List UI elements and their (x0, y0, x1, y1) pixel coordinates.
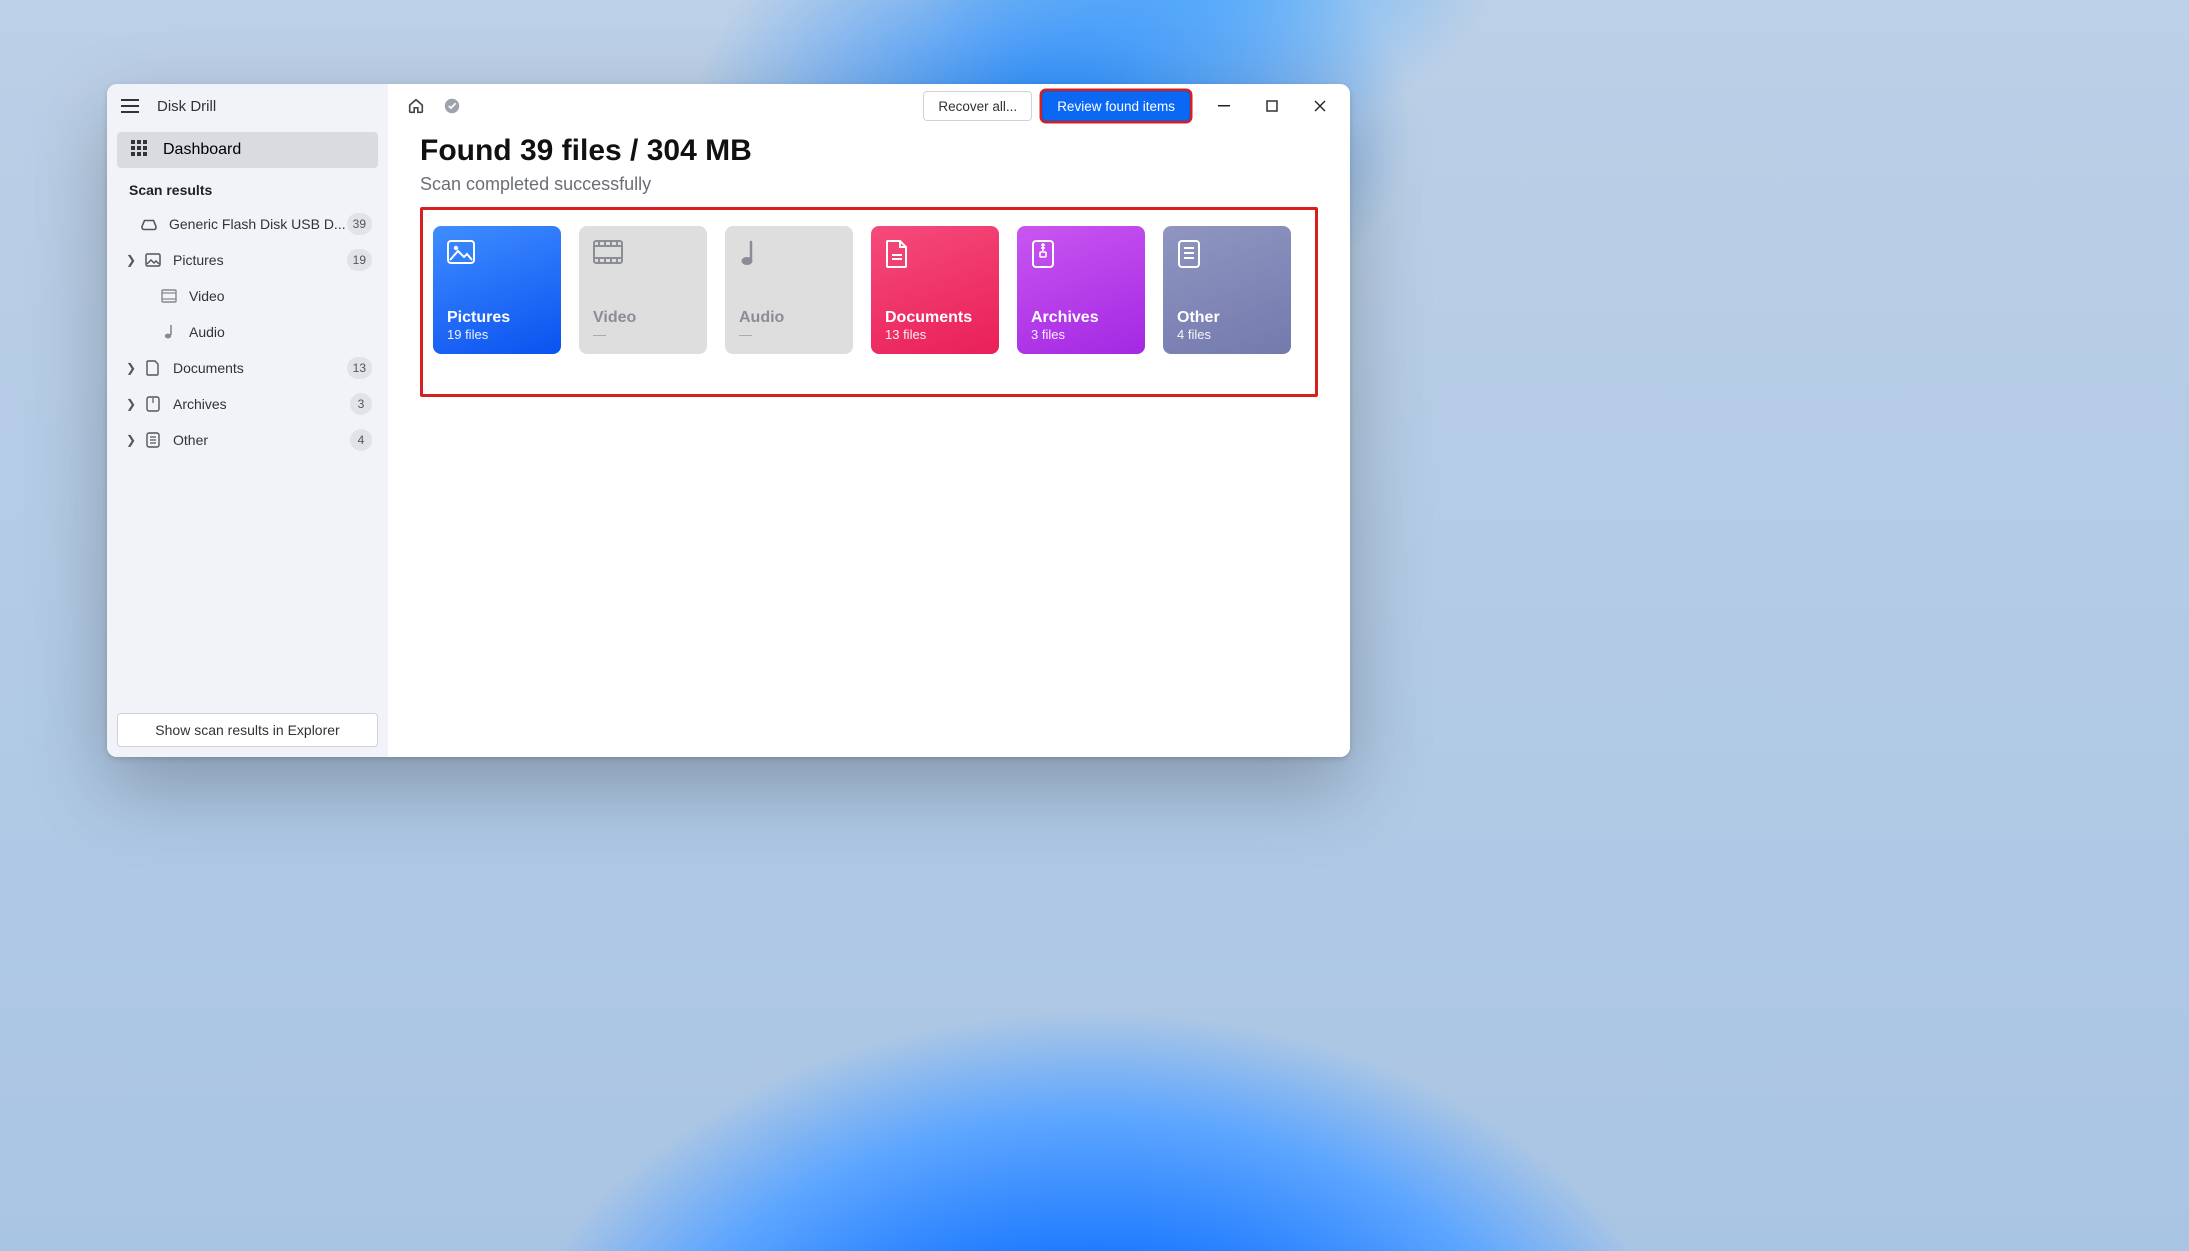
app-title: Disk Drill (157, 98, 216, 115)
titlebar: Recover all... Review found items (388, 84, 1350, 128)
cards-row: Pictures19 filesVideo—Audio—Documents13 … (433, 226, 1305, 354)
tree-item-pictures[interactable]: ❯ Pictures19 (117, 242, 378, 278)
sidebar-item-dashboard[interactable]: Dashboard (117, 132, 378, 168)
dashboard-label: Dashboard (163, 141, 241, 159)
tree-item-label: Pictures (173, 252, 347, 268)
chevron-right-icon: ❯ (123, 361, 139, 375)
card-title: Video (593, 309, 693, 327)
tree-item-label: Archives (173, 396, 350, 412)
tree-disk-badge: 39 (347, 213, 372, 235)
tree-disk[interactable]: Generic Flash Disk USB D... 39 (117, 206, 378, 242)
main-area: Recover all... Review found items Found … (388, 84, 1350, 757)
audio-icon (159, 324, 179, 340)
card-archives[interactable]: Archives3 files (1017, 226, 1145, 354)
tree-item-audio[interactable]: Audio (117, 314, 378, 350)
card-subtitle: 19 files (447, 327, 547, 342)
archive-icon (1031, 240, 1131, 274)
maximize-button[interactable] (1248, 84, 1296, 128)
tree-item-label: Documents (173, 360, 347, 376)
card-video[interactable]: Video— (579, 226, 707, 354)
tree-item-badge: 3 (350, 393, 372, 415)
sidebar-footer: Show scan results in Explorer (107, 703, 388, 757)
card-subtitle: 13 files (885, 327, 985, 342)
home-icon[interactable] (402, 92, 430, 120)
card-title: Documents (885, 309, 985, 327)
card-audio[interactable]: Audio— (725, 226, 853, 354)
tree-item-documents[interactable]: ❯ Documents13 (117, 350, 378, 386)
tree-item-video[interactable]: Video (117, 278, 378, 314)
tree-item-other[interactable]: ❯ Other4 (117, 422, 378, 458)
chevron-right-icon: ❯ (123, 397, 139, 411)
card-subtitle: 4 files (1177, 327, 1277, 342)
video-icon (593, 240, 693, 274)
chevron-right-icon: ❯ (123, 433, 139, 447)
app-window: Disk Drill Dashboard Scan results Generi… (107, 84, 1350, 757)
cards-highlight: Pictures19 filesVideo—Audio—Documents13 … (420, 207, 1318, 397)
tree-item-label: Audio (189, 324, 372, 340)
card-title: Archives (1031, 309, 1131, 327)
review-found-items-button[interactable]: Review found items (1042, 91, 1190, 121)
tree-disk-label: Generic Flash Disk USB D... (169, 216, 347, 232)
document-icon (143, 360, 163, 376)
sidebar-body: Dashboard Scan results Generic Flash Dis… (107, 128, 388, 703)
picture-icon (447, 240, 547, 274)
tree-item-archives[interactable]: ❯ Archives3 (117, 386, 378, 422)
tree-item-label: Video (189, 288, 372, 304)
card-documents[interactable]: Documents13 files (871, 226, 999, 354)
audio-icon (739, 240, 839, 274)
card-title: Pictures (447, 309, 547, 327)
tree-item-label: Other (173, 432, 350, 448)
tree-item-badge: 4 (350, 429, 372, 451)
other-icon (143, 432, 163, 448)
section-title: Scan results (117, 176, 378, 206)
archive-icon (143, 396, 163, 412)
tree-item-badge: 13 (347, 357, 372, 379)
card-pictures[interactable]: Pictures19 files (433, 226, 561, 354)
grid-icon (131, 140, 151, 160)
card-title: Audio (739, 309, 839, 327)
close-button[interactable] (1296, 84, 1344, 128)
recover-all-button[interactable]: Recover all... (923, 91, 1032, 121)
usb-disk-icon (139, 217, 159, 231)
headline: Found 39 files / 304 MB (420, 134, 1318, 168)
other-icon (1177, 240, 1277, 274)
sidebar-header: Disk Drill (107, 84, 388, 128)
show-in-explorer-button[interactable]: Show scan results in Explorer (117, 713, 378, 747)
video-icon (159, 289, 179, 303)
tree-item-badge: 19 (347, 249, 372, 271)
card-subtitle: — (739, 327, 839, 342)
check-circle-icon[interactable] (438, 92, 466, 120)
card-subtitle: 3 files (1031, 327, 1131, 342)
card-title: Other (1177, 309, 1277, 327)
card-subtitle: — (593, 327, 693, 342)
picture-icon (143, 253, 163, 267)
hamburger-icon[interactable] (121, 95, 143, 117)
chevron-right-icon: ❯ (123, 253, 139, 267)
minimize-button[interactable] (1200, 84, 1248, 128)
content: Found 39 files / 304 MB Scan completed s… (388, 128, 1350, 397)
document-icon (885, 240, 985, 274)
sidebar: Disk Drill Dashboard Scan results Generi… (107, 84, 388, 757)
card-other[interactable]: Other4 files (1163, 226, 1291, 354)
subhead: Scan completed successfully (420, 174, 1318, 195)
